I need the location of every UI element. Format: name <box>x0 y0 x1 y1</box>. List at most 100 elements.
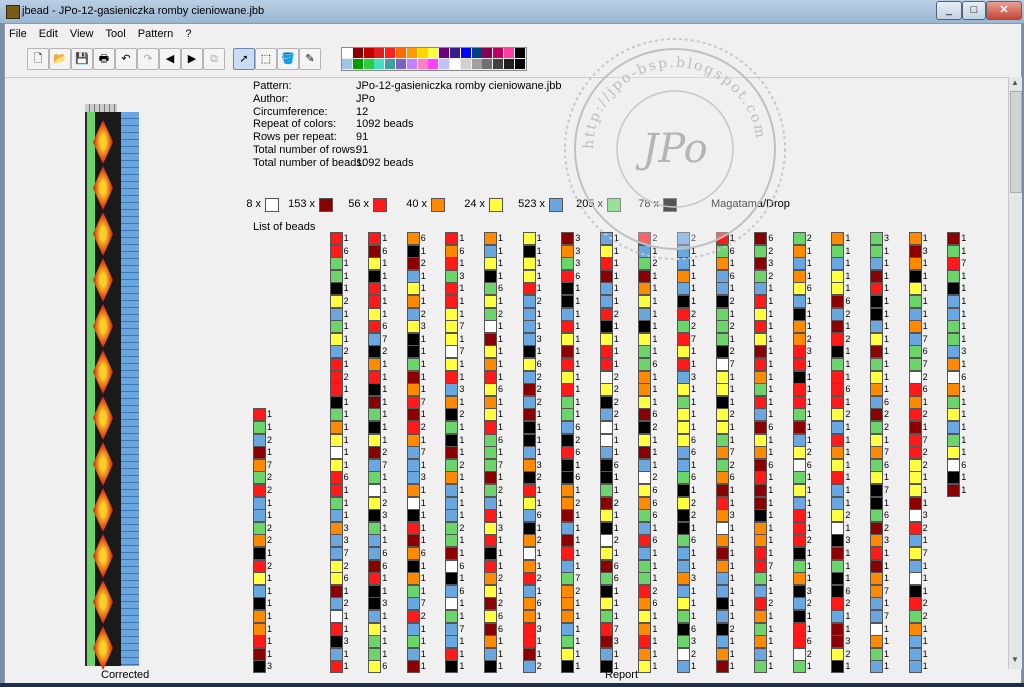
palette-swatch[interactable] <box>450 48 460 58</box>
palette-swatch[interactable] <box>342 59 352 69</box>
scroll-down-icon[interactable]: ▼ <box>1011 655 1019 664</box>
bead-count: 1 <box>536 422 542 432</box>
bead-cell <box>870 295 883 308</box>
color-palette[interactable] <box>341 47 527 71</box>
menu-file[interactable]: File <box>9 25 27 43</box>
palette-swatch[interactable] <box>385 59 396 69</box>
redo-icon[interactable]: ↷ <box>137 48 159 70</box>
bead-count: 7 <box>459 346 465 357</box>
bead-count: 1 <box>420 510 426 521</box>
bead-count: 1 <box>922 308 928 319</box>
scroll-thumb[interactable] <box>1010 91 1022 193</box>
bead-count: 1 <box>922 233 928 243</box>
undo-icon[interactable]: ↶ <box>115 48 137 70</box>
palette-swatch[interactable] <box>514 48 525 58</box>
arrow-right-icon[interactable]: ▶ <box>181 48 203 70</box>
close-button[interactable]: ✕ <box>986 1 1022 20</box>
bead-cell <box>561 534 575 548</box>
draft-pattern[interactable] <box>85 112 139 670</box>
bead-cell <box>754 509 768 523</box>
fill-icon[interactable]: 🪣 <box>277 48 299 70</box>
palette-swatch[interactable] <box>504 59 514 69</box>
menu-pattern[interactable]: Pattern <box>138 25 173 43</box>
palette-swatch[interactable] <box>342 48 352 58</box>
bead-cell <box>638 496 652 510</box>
palette-swatch[interactable] <box>374 59 385 69</box>
bead-count: 1 <box>459 497 465 508</box>
palette-swatch[interactable] <box>352 48 363 58</box>
bead-count: 1 <box>806 497 812 508</box>
menu-edit[interactable]: Edit <box>39 25 58 43</box>
menu-bar: File Edit View Tool Pattern ? <box>9 25 200 43</box>
bead-cell <box>329 521 343 535</box>
palette-swatch[interactable] <box>417 59 428 69</box>
bead-cell <box>638 295 652 308</box>
vertical-scrollbar[interactable]: ▲ ▼ <box>1008 77 1022 669</box>
palette-swatch[interactable] <box>514 59 525 69</box>
palette-swatch[interactable] <box>493 59 504 69</box>
palette-swatch[interactable] <box>363 48 374 58</box>
palette-swatch[interactable] <box>363 59 374 69</box>
bead-cell <box>406 383 420 397</box>
palette-swatch[interactable] <box>504 48 514 58</box>
palette-swatch[interactable] <box>396 59 406 69</box>
palette-swatch[interactable] <box>460 59 471 69</box>
print-icon[interactable]: 🖶 <box>93 48 115 70</box>
palette-swatch[interactable] <box>352 59 363 69</box>
bead-cell <box>484 395 497 409</box>
bead-count: 3 <box>806 585 812 596</box>
bead-count: 1 <box>729 422 735 432</box>
bead-cell <box>329 269 343 283</box>
palette-swatch[interactable] <box>439 59 450 69</box>
scroll-up-icon[interactable]: ▲ <box>1011 78 1019 87</box>
arrow-left-icon[interactable]: ◀ <box>159 48 181 70</box>
palette-swatch[interactable] <box>471 59 482 69</box>
palette-swatch[interactable] <box>493 48 504 58</box>
menu-tool[interactable]: Tool <box>106 25 126 43</box>
bead-count: 1 <box>420 283 426 294</box>
copy-icon[interactable]: ⧉ <box>203 48 225 70</box>
bead-cell <box>484 547 497 560</box>
bead-cell <box>638 282 652 296</box>
bead-count: 1 <box>459 648 465 659</box>
palette-swatch[interactable] <box>428 59 439 69</box>
bead-count: 2 <box>691 497 697 508</box>
save-icon[interactable]: 💾 <box>71 48 93 70</box>
palette-swatch[interactable] <box>428 48 439 58</box>
palette-swatch[interactable] <box>460 48 471 58</box>
bead-count: 2 <box>652 422 658 432</box>
maximize-button[interactable]: □ <box>962 1 986 20</box>
palette-swatch[interactable] <box>417 48 428 58</box>
bead-cell <box>253 446 266 460</box>
palette-swatch[interactable] <box>439 48 450 58</box>
palette-swatch[interactable] <box>385 48 396 58</box>
palette-swatch[interactable] <box>406 48 417 58</box>
palette-swatch[interactable] <box>482 59 493 69</box>
bead-count: 1 <box>845 359 851 369</box>
open-icon[interactable]: 📂 <box>49 48 71 70</box>
palette-swatch[interactable] <box>406 59 417 69</box>
bead-count: 1 <box>922 321 928 332</box>
menu-help[interactable]: ? <box>185 25 191 43</box>
bead-count: 1 <box>845 573 851 584</box>
bead-cell <box>406 509 420 523</box>
bead-cell <box>715 622 729 636</box>
bead-count: 1 <box>691 459 697 470</box>
rect-select-icon[interactable]: ⬚ <box>255 48 277 70</box>
bead-count: 1 <box>536 233 542 243</box>
menu-view[interactable]: View <box>70 25 94 43</box>
bead-cell <box>561 395 575 409</box>
bead-count: 1 <box>536 283 542 294</box>
bead-cell <box>754 433 768 447</box>
new-icon[interactable]: 🗋 <box>27 48 49 70</box>
palette-swatch[interactable] <box>482 48 493 58</box>
palette-swatch[interactable] <box>396 48 406 58</box>
palette-swatch[interactable] <box>471 48 482 58</box>
bead-cell <box>368 269 382 283</box>
bead-cell <box>947 395 961 409</box>
pipette-icon[interactable]: ✎ <box>299 48 321 70</box>
select-icon[interactable]: ➚ <box>233 48 255 70</box>
palette-swatch[interactable] <box>450 59 460 69</box>
palette-swatch[interactable] <box>374 48 385 58</box>
minimize-button[interactable]: _ <box>936 1 962 20</box>
